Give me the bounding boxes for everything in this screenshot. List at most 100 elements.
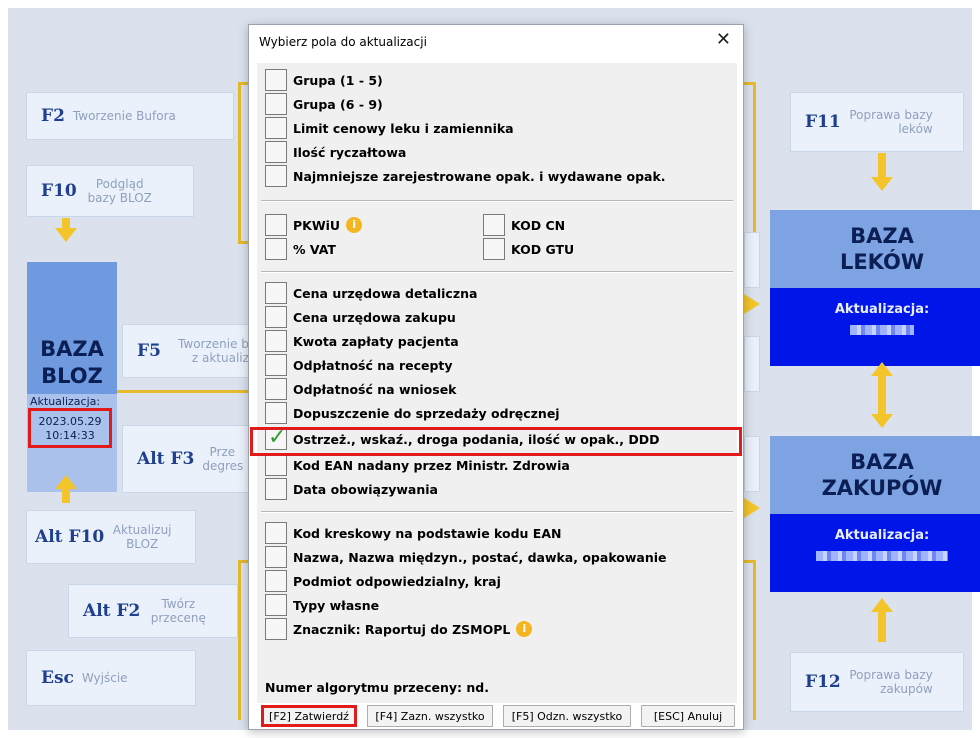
medicines-update-info: Aktualizacja: <box>770 288 980 366</box>
purchases-database-panel: BAZA ZAKUPÓW Aktualizacja: <box>770 436 980 592</box>
dialog-titlebar: Wybierz pola do aktualizacji ✕ <box>249 25 743 59</box>
alt-f2-description: Twórz przecenę <box>150 597 206 625</box>
arrow-down-icon <box>871 177 893 191</box>
checkbox[interactable] <box>265 330 287 352</box>
dialog-button-bar: [F2] Zatwierdź [F4] Zazn. wszystko [F5] … <box>249 701 743 731</box>
checkbox-label: PKWiU <box>293 217 341 233</box>
checkbox-grupa-1-5[interactable]: Grupa (1 - 5) <box>265 68 383 92</box>
alt-f3-key-label: Alt F3 <box>137 449 195 469</box>
checkbox[interactable] <box>265 306 287 328</box>
checkbox[interactable] <box>265 594 287 616</box>
bloz-update-timestamp: 2023.05.29 10:14:33 <box>28 408 112 448</box>
checkbox-label: Cena urzędowa zakupu <box>293 309 456 325</box>
checkbox-label: Limit cenowy leku i zamiennika <box>293 120 514 136</box>
checkbox-dopuszczenie[interactable]: Dopuszczenie do sprzedaży odręcznej <box>265 401 560 425</box>
medicines-title-line2: LEKÓW <box>839 250 925 274</box>
checkbox[interactable] <box>265 117 287 139</box>
checkbox[interactable] <box>265 378 287 400</box>
checkbox-label: Kwota zapłaty pacjenta <box>293 333 459 349</box>
f11-key-label: F11 <box>805 112 841 132</box>
deselect-all-button[interactable]: [F5] Odzn. wszystko <box>503 705 631 727</box>
checkbox-label: Kod kreskowy na podstawie kodu EAN <box>293 525 562 541</box>
checkbox-label: Odpłatność na wniosek <box>293 381 457 397</box>
checkbox[interactable] <box>265 238 287 260</box>
checkbox-zsmopl[interactable]: Znacznik: Raportuj do ZSMOPL i <box>265 617 533 641</box>
checkbox-label: % VAT <box>293 241 336 257</box>
checkbox-nazwa[interactable]: Nazwa, Nazwa międzyn., postać, dawka, op… <box>265 545 667 569</box>
checkbox[interactable] <box>265 282 287 304</box>
checkbox-cena-zakupu[interactable]: Cena urzędowa zakupu <box>265 305 456 329</box>
checkbox-odplatnosc-wniosek[interactable]: Odpłatność na wniosek <box>265 377 457 401</box>
checkbox[interactable] <box>265 69 287 91</box>
connector-line <box>238 560 241 720</box>
bloz-update-date: 2023.05.29 <box>38 415 102 428</box>
bloz-title-line1: BAZA <box>40 337 104 361</box>
checkbox[interactable] <box>483 238 505 260</box>
f5-button[interactable]: F5 Tworzenie b z aktualiz <box>122 324 250 378</box>
checkbox-podmiot[interactable]: Podmiot odpowiedzialny, kraj <box>265 569 501 593</box>
checkbox[interactable] <box>265 402 287 424</box>
select-all-button[interactable]: [F4] Zazn. wszystko <box>367 705 493 727</box>
checkbox[interactable] <box>265 478 287 500</box>
checkbox-label: Typy własne <box>293 597 380 613</box>
f12-fix-purchases-button[interactable]: F12 Poprawa bazy zakupów <box>790 652 964 712</box>
checkbox[interactable] <box>265 454 287 476</box>
separator <box>261 200 733 202</box>
f10-view-bloz-button[interactable]: F10 Podgląd bazy BLOZ <box>26 165 194 217</box>
purchases-update-value-redacted <box>816 551 948 561</box>
cancel-button[interactable]: [ESC] Anuluj <box>641 705 735 727</box>
f2-create-buffer-button[interactable]: F2 Tworzenie Bufora <box>26 92 234 140</box>
alt-f10-key-label: Alt F10 <box>35 527 105 547</box>
esc-description: Wyjście <box>81 671 128 685</box>
purchases-title-line1: BAZA <box>850 450 914 474</box>
arrow-down-icon <box>871 414 893 428</box>
checkbox-cena-detaliczna[interactable]: Cena urzędowa detaliczna <box>265 281 477 305</box>
checkbox[interactable] <box>265 570 287 592</box>
checkbox[interactable] <box>483 214 505 236</box>
arrow-stem <box>878 612 886 642</box>
alt-f10-description: Aktualizuj BLOZ <box>112 523 172 551</box>
checkbox-ilosc-ryczaltowa[interactable]: Ilość ryczałtowa <box>265 140 406 164</box>
medicines-update-label: Aktualizacja: <box>834 302 930 317</box>
checkbox-data-obowiazywania[interactable]: Data obowiązywania <box>265 477 438 501</box>
confirm-button[interactable]: [F2] Zatwierdź <box>261 705 357 727</box>
info-icon[interactable]: i <box>516 621 533 637</box>
checkbox-label: Data obowiązywania <box>293 481 438 497</box>
checkbox-label: Ilość ryczałtowa <box>293 144 407 160</box>
checkbox-kod-cn[interactable]: KOD CN <box>483 213 565 237</box>
checkbox-kod-kreskowy[interactable]: Kod kreskowy na podstawie kodu EAN <box>265 521 561 545</box>
f11-fix-medicines-button[interactable]: F11 Poprawa bazy leków <box>790 92 964 152</box>
checkbox[interactable] <box>265 214 287 236</box>
connector-line <box>753 560 756 720</box>
checkbox-kod-ean[interactable]: Kod EAN nadany przez Ministr. Zdrowia <box>265 453 570 477</box>
checkbox-odplatnosc-recepty[interactable]: Odpłatność na recepty <box>265 353 453 377</box>
checkbox-limit-cenowy[interactable]: Limit cenowy leku i zamiennika <box>265 116 514 140</box>
alt-f2-create-discount-button[interactable]: Alt F2 Twórz przecenę <box>68 584 238 638</box>
right-partial-box <box>744 232 760 288</box>
alt-f3-button[interactable]: Alt F3 Prze degres <box>122 425 250 493</box>
checkbox-grupa-6-9[interactable]: Grupa (6 - 9) <box>265 92 383 116</box>
checkbox[interactable] <box>265 354 287 376</box>
checkbox[interactable] <box>265 522 287 544</box>
checkbox[interactable] <box>265 165 287 187</box>
close-icon[interactable]: ✕ <box>716 29 731 50</box>
f11-description: Poprawa bazy leków <box>849 108 933 136</box>
checkbox-kod-gtu[interactable]: KOD GTU <box>483 237 574 261</box>
checkbox-typy-wlasne[interactable]: Typy własne <box>265 593 379 617</box>
esc-exit-button[interactable]: Esc Wyjście <box>26 650 196 706</box>
arrow-up-icon <box>871 598 893 612</box>
checkbox-najmniejsze-opak[interactable]: Najmniejsze zarejestrowane opak. i wydaw… <box>265 164 666 188</box>
alt-f10-update-bloz-button[interactable]: Alt F10 Aktualizuj BLOZ <box>26 510 196 564</box>
checkbox-kwota-zaplaty[interactable]: Kwota zapłaty pacjenta <box>265 329 459 353</box>
medicines-update-value-redacted <box>850 325 914 335</box>
checkbox-label: Najmniejsze zarejestrowane opak. i wydaw… <box>293 168 666 184</box>
checkbox-label: KOD CN <box>511 217 566 233</box>
checkbox-pkwiu[interactable]: PKWiU i <box>265 213 363 237</box>
checkbox-vat[interactable]: % VAT <box>265 237 336 261</box>
checkbox[interactable] <box>265 618 287 640</box>
arrow-stem <box>878 153 886 177</box>
info-icon[interactable]: i <box>346 217 363 233</box>
checkbox[interactable] <box>265 141 287 163</box>
checkbox[interactable] <box>265 93 287 115</box>
checkbox[interactable] <box>265 546 287 568</box>
